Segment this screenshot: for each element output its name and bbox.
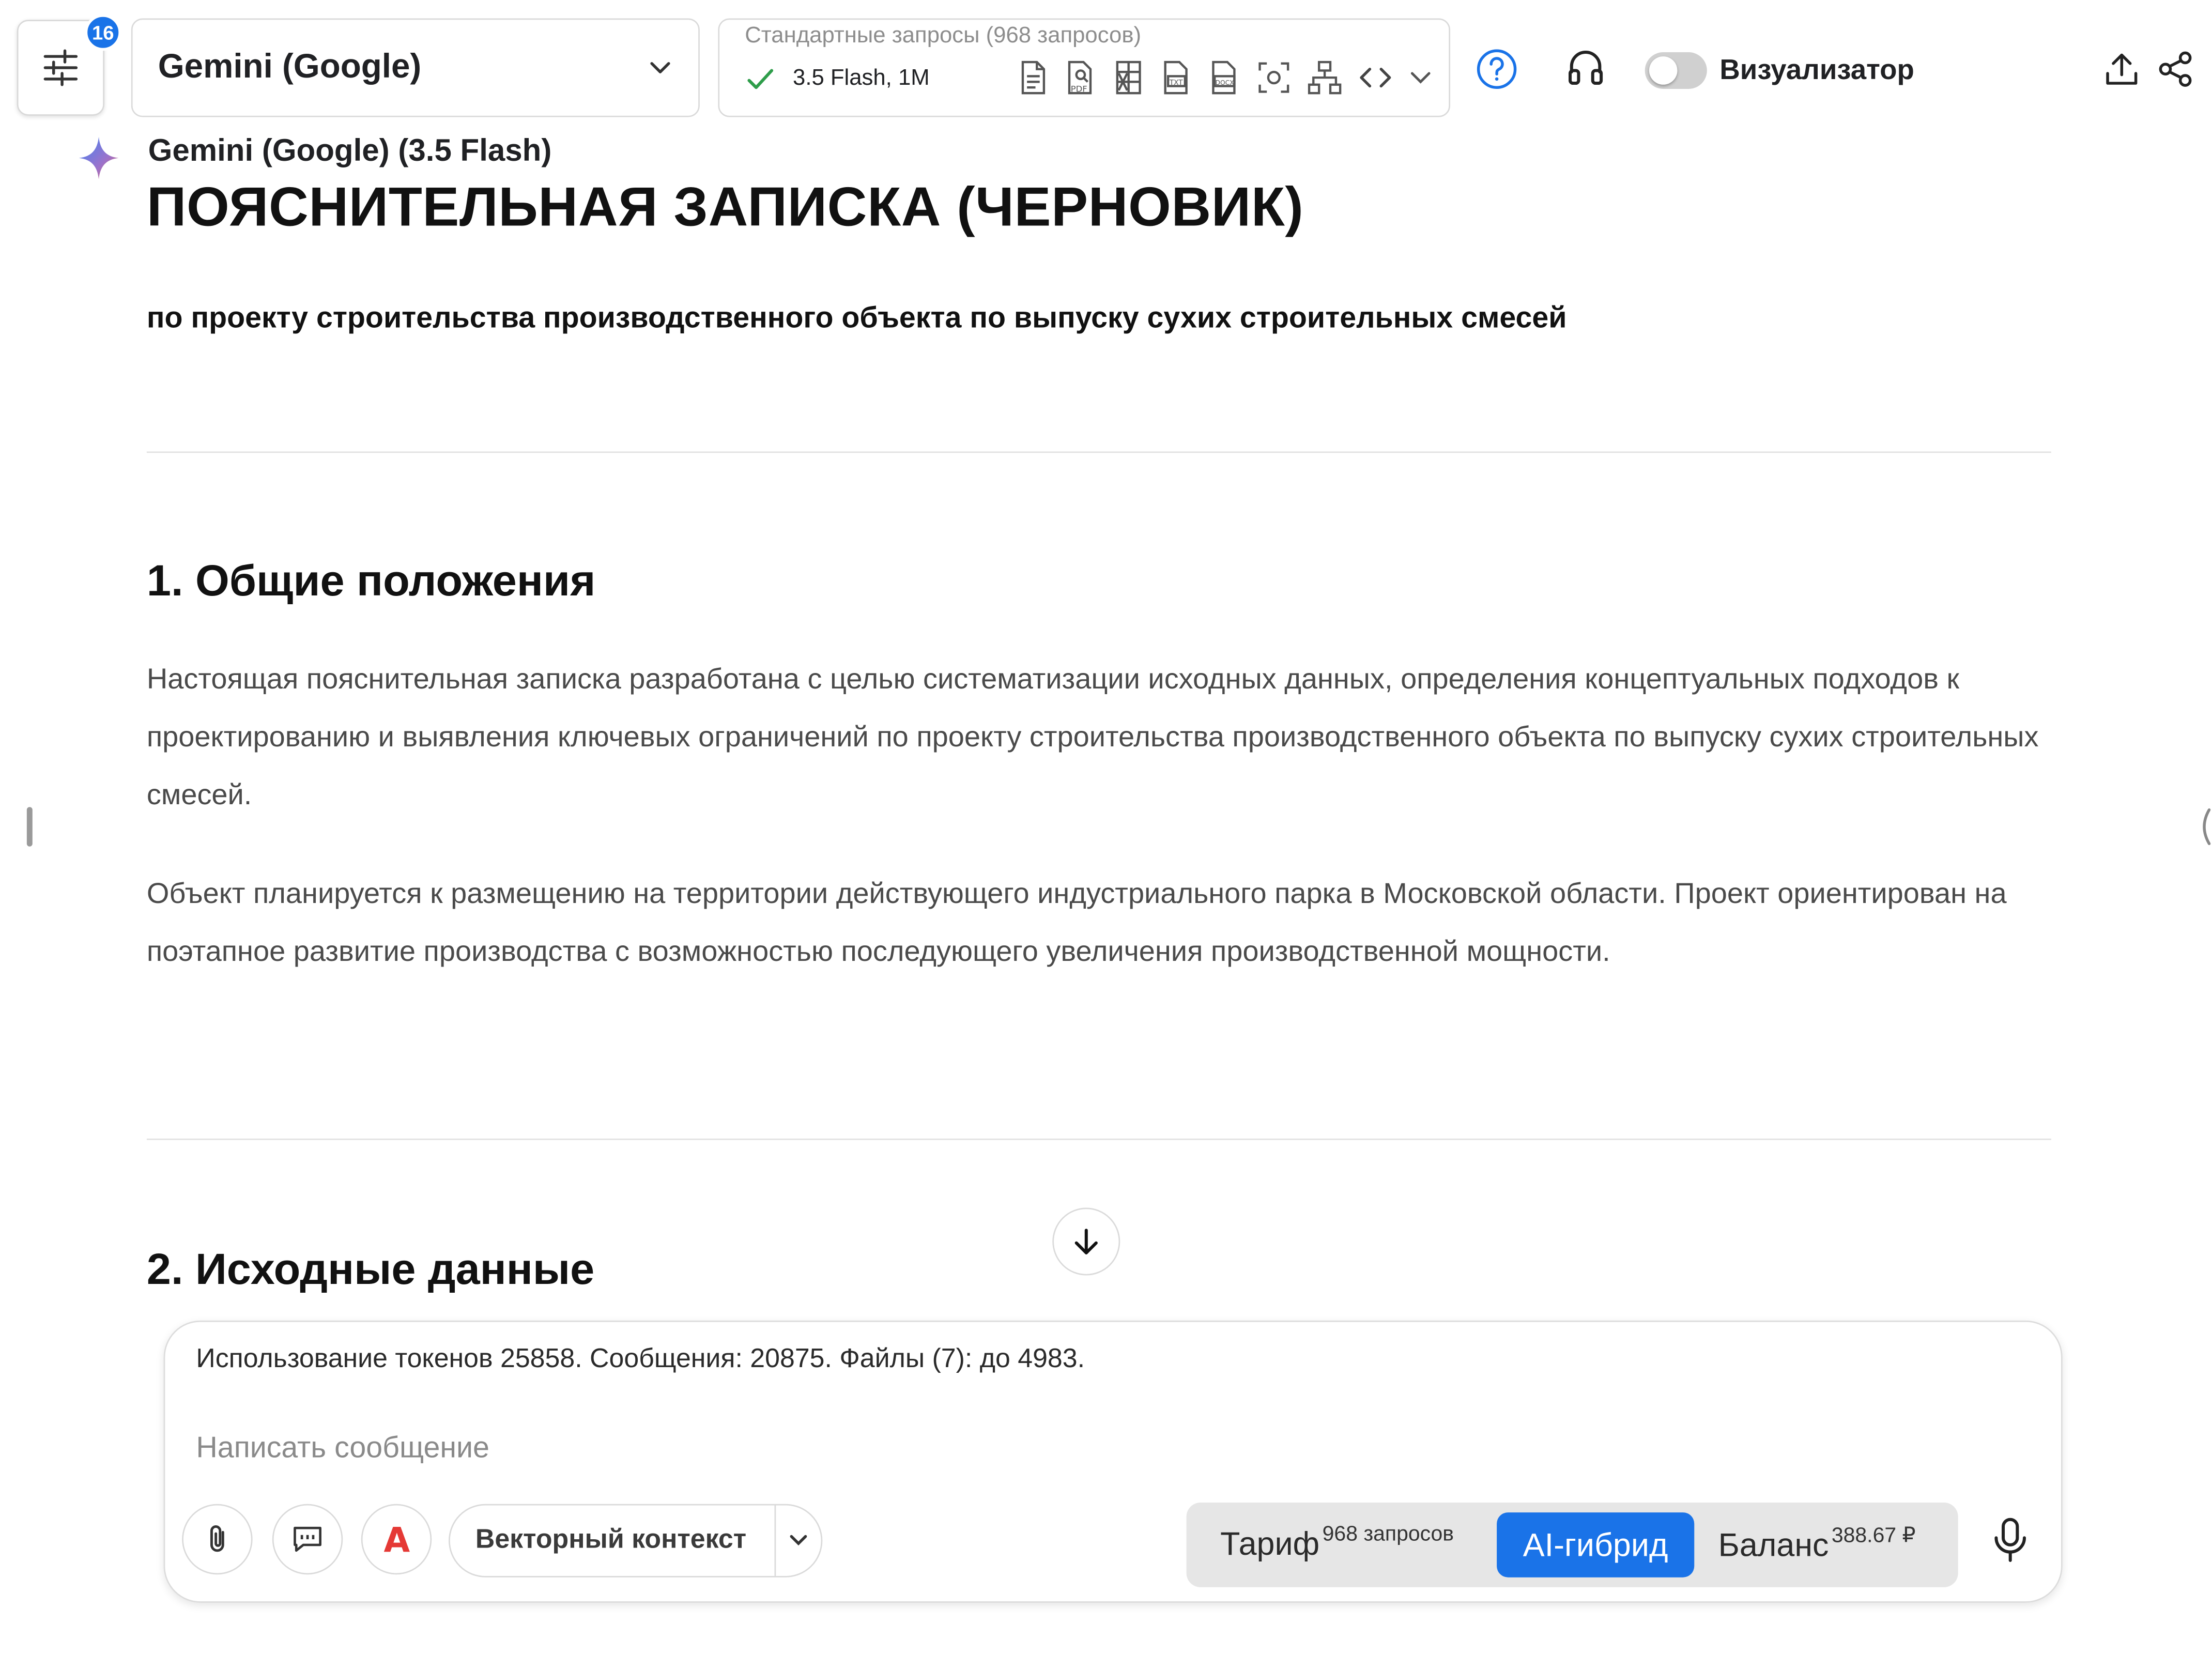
- chevron-down-icon: [648, 55, 673, 80]
- divider: [146, 451, 2051, 453]
- paragraph: Объект планируется к размещению на терри…: [146, 877, 2007, 968]
- document-icon[interactable]: [1016, 59, 1050, 96]
- app-page: 16 Gemini (Google) Стандартные запросы (…: [0, 0, 2212, 1651]
- vector-context-label: Векторный контекст: [475, 1525, 747, 1555]
- svg-text:DOCX: DOCX: [1216, 79, 1235, 86]
- mode-ai-hybrid[interactable]: AI-гибрид: [1497, 1512, 1695, 1578]
- excel-icon[interactable]: [1112, 59, 1146, 96]
- requests-title: Стандартные запросы (968 запросов): [745, 24, 1142, 48]
- mode-switcher: Тариф 968 запросов AI-гибрид Баланс 388.67…: [1186, 1503, 1958, 1587]
- gemini-sparkle-icon: [78, 135, 120, 180]
- svg-text:A: A: [383, 1521, 410, 1558]
- vector-context-select[interactable]: Векторный контекст: [449, 1504, 823, 1578]
- document-subtitle: по проекту строительства производственно…: [146, 302, 1567, 334]
- left-panel-handle[interactable]: [26, 807, 33, 847]
- mode-balance[interactable]: Баланс 388.67 ₽: [1718, 1522, 1916, 1565]
- toggle-knob: [1649, 56, 1678, 85]
- svg-text:PDF: PDF: [1071, 84, 1087, 94]
- share-icon[interactable]: [2156, 50, 2195, 89]
- token-usage: Использование токенов 25858. Сообщения: …: [196, 1344, 1085, 1374]
- visualizer-toggle[interactable]: [1645, 52, 1707, 89]
- check-icon: [745, 65, 776, 94]
- requests-panel[interactable]: Стандартные запросы (968 запросов) 3.5 F…: [718, 18, 1451, 117]
- model-select[interactable]: Gemini (Google): [131, 18, 700, 117]
- svg-text:TXT: TXT: [1169, 79, 1183, 87]
- document-title: ПОЯСНИТЕЛЬНАЯ ЗАПИСКА (ЧЕРНОВИК): [146, 177, 1304, 239]
- message-author: Gemini (Google) (3.5 Flash): [148, 132, 552, 168]
- upload-icon[interactable]: [2102, 50, 2141, 89]
- mode-tarif-requests: 968 запросов: [1322, 1522, 1454, 1546]
- section-heading: 2. Исходные данные: [146, 1244, 595, 1294]
- message-composer: Использование токенов 25858. Сообщения: …: [163, 1320, 2063, 1603]
- requests-model-info: 3.5 Flash, 1M: [793, 66, 930, 90]
- visualizer-label: Визуализатор: [1719, 55, 1914, 86]
- scan-icon[interactable]: [1255, 59, 1292, 96]
- model-select-value: Gemini (Google): [158, 48, 422, 86]
- font-style-button[interactable]: A: [361, 1504, 432, 1575]
- microphone-icon[interactable]: [1990, 1517, 2030, 1565]
- prompts-button[interactable]: [272, 1504, 343, 1575]
- right-panel-handle-icon[interactable]: [2195, 807, 2212, 846]
- notification-badge: 16: [84, 14, 121, 51]
- chevron-down-icon[interactable]: [1408, 65, 1433, 90]
- pdf-search-icon[interactable]: PDF: [1064, 59, 1098, 96]
- mode-tarif[interactable]: Тариф 968 запросов: [1220, 1522, 1454, 1563]
- paragraph: Настоящая пояснительная записка разработ…: [146, 663, 2039, 811]
- headset-icon[interactable]: [1564, 47, 1607, 91]
- section-heading: 1. Общие положения: [146, 556, 596, 605]
- code-icon[interactable]: [1357, 59, 1394, 96]
- letter-a-icon: A: [379, 1521, 413, 1558]
- attach-button[interactable]: [182, 1504, 253, 1575]
- sliders-icon: [41, 48, 80, 87]
- chevron-down-icon[interactable]: [776, 1529, 821, 1552]
- mode-tarif-label: Тариф: [1220, 1525, 1320, 1562]
- chat-bubble-icon: [290, 1522, 325, 1556]
- help-icon[interactable]: [1474, 47, 1519, 91]
- docx-file-icon[interactable]: DOCX: [1208, 59, 1242, 96]
- arrow-down-icon: [1071, 1226, 1102, 1257]
- message-input[interactable]: [193, 1423, 1610, 1475]
- mode-balance-amount: 388.67 ₽: [1831, 1523, 1916, 1548]
- txt-file-icon[interactable]: TXT: [1160, 59, 1194, 96]
- divider: [146, 1138, 2051, 1140]
- mode-balance-label: Баланс: [1718, 1526, 1829, 1564]
- tool-icons: PDF TXT DOCX: [1016, 59, 1433, 96]
- paperclip-icon: [202, 1522, 233, 1556]
- scroll-down-button[interactable]: [1052, 1207, 1120, 1276]
- sitemap-icon[interactable]: [1307, 59, 1343, 96]
